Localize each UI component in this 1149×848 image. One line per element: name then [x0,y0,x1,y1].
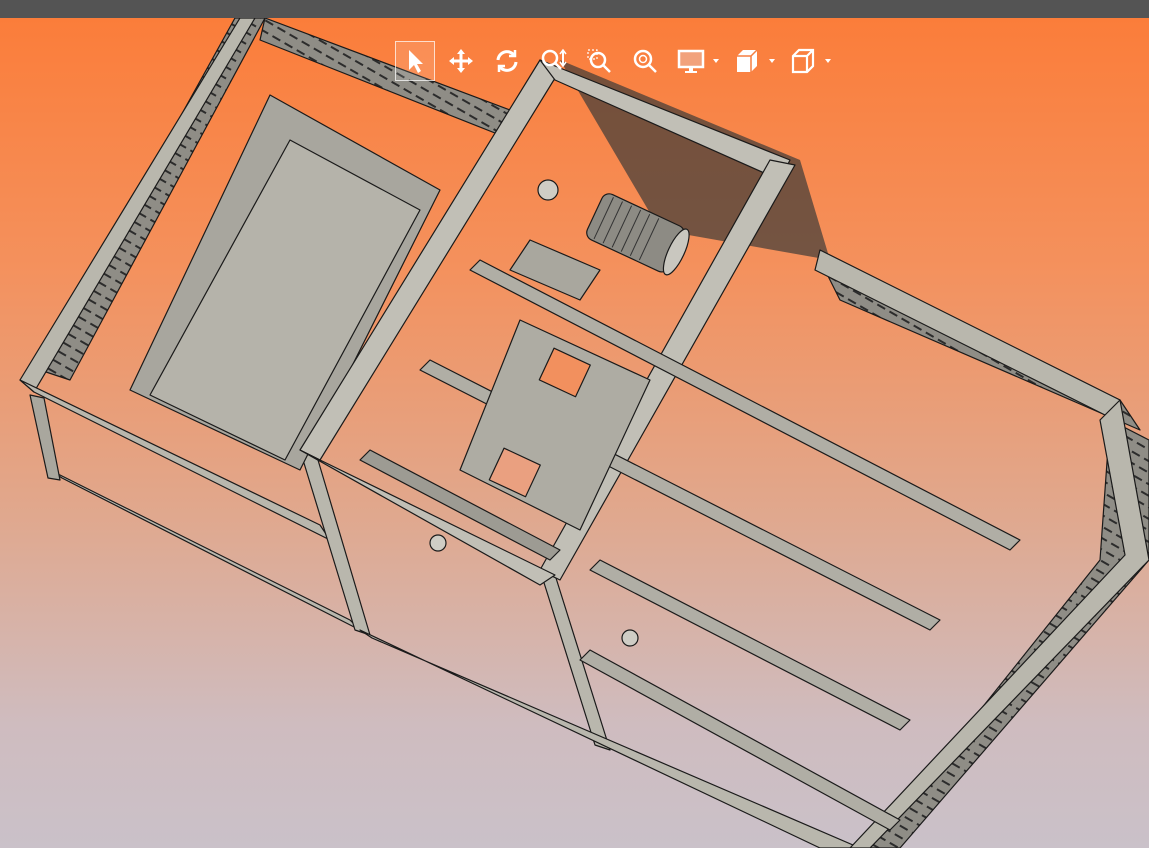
zoom-window-button[interactable] [579,41,619,81]
zoom-window-icon [587,49,611,73]
chevron-down-icon [713,59,719,63]
zoom-in-out-icon [541,48,567,70]
view-orientation-dropdown[interactable] [767,41,777,81]
view-orientation-button[interactable] [727,41,767,81]
3d-viewport[interactable] [0,18,1149,848]
pan-tool-button[interactable] [441,41,481,81]
display-mode-icon [677,49,705,73]
view-orientation-icon [737,49,758,72]
display-style-dropdown[interactable] [823,41,833,81]
display-style-icon [791,48,815,74]
chevron-down-icon [769,59,775,63]
select-icon [409,50,423,73]
pan-icon [449,49,473,73]
chevron-down-icon [825,59,831,63]
rotate-icon [496,50,518,72]
rotate-tool-button[interactable] [487,41,527,81]
zoom-fit-button[interactable] [625,41,665,81]
display-style-button[interactable] [783,41,823,81]
view-toolbar [395,40,833,82]
display-mode-dropdown[interactable] [711,41,721,81]
select-tool-button[interactable] [395,41,435,81]
zoom-fit-icon [633,49,657,73]
display-mode-button[interactable] [671,41,711,81]
title-bar [0,0,1149,18]
cad-model-frame[interactable] [0,18,1149,848]
zoom-in-out-button[interactable] [533,41,573,81]
